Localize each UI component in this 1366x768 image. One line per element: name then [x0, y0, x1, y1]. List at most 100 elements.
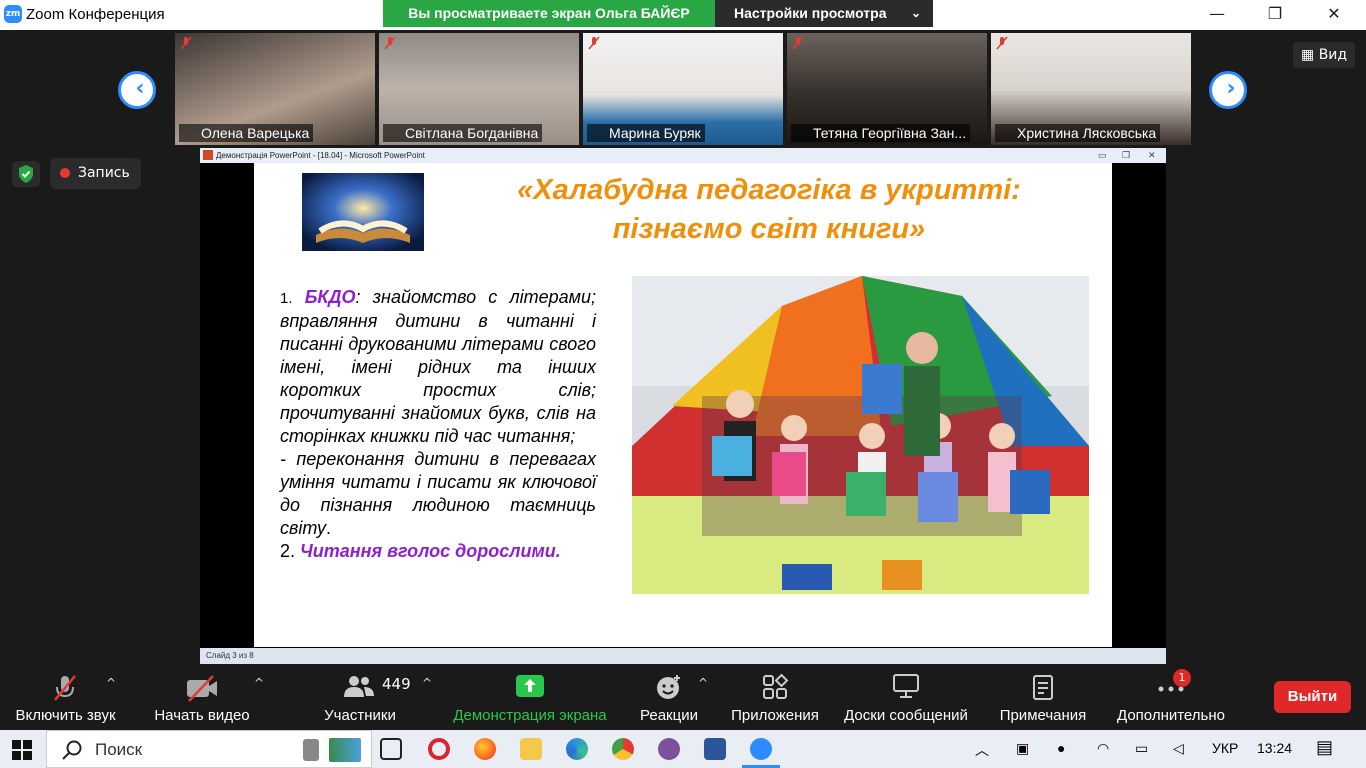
chrome-icon[interactable] — [612, 738, 634, 760]
record-label: Запись — [78, 165, 130, 181]
notifications-icon[interactable]: ▤ — [1316, 737, 1333, 758]
children-tent-photo — [632, 276, 1089, 594]
open-book-image — [302, 173, 424, 251]
search-icon — [62, 740, 82, 760]
battery-icon[interactable]: ▭ — [1135, 740, 1148, 757]
view-settings-dropdown[interactable]: Настройки просмотра ⌄ — [715, 0, 933, 27]
minimize-button[interactable]: — — [1194, 0, 1240, 30]
participant-name: Олена Варецька — [179, 124, 314, 142]
participants-options-chevron-icon[interactable]: ^ — [422, 676, 432, 690]
participant-video[interactable]: Тетяна Георгіївна Зан... — [787, 33, 987, 145]
suitcase-icon — [303, 739, 319, 761]
view-button[interactable]: ▦ Вид — [1293, 42, 1355, 68]
powerpoint-icon — [203, 150, 213, 160]
apps-label: Приложения — [731, 707, 819, 724]
slide-title: «Халабудна педагогіка в укритті: пізнаєм… — [464, 171, 1074, 249]
view-settings-label: Настройки просмотра — [734, 5, 887, 21]
audio-options-chevron-icon[interactable]: ^ — [106, 676, 116, 690]
muted-mic-icon — [180, 36, 192, 50]
show-hidden-icons-chevron-icon[interactable]: ︿ — [975, 740, 989, 760]
file-explorer-icon[interactable] — [520, 738, 542, 760]
next-page-button[interactable]: › — [1209, 71, 1247, 109]
recording-indicator[interactable]: Запись — [50, 158, 141, 189]
shared-screen: Демонстрація PowerPoint - [18.04] - Micr… — [200, 148, 1166, 664]
muted-mic-icon — [792, 36, 804, 50]
participant-video[interactable]: Христина Лясковська — [991, 33, 1191, 145]
reactions-button[interactable]: ^ Реакции — [634, 664, 708, 730]
muted-mic-icon — [996, 36, 1008, 50]
map-icon — [329, 738, 361, 762]
start-video-button[interactable]: ^ Начать видео — [148, 664, 264, 730]
notes-button[interactable]: Примечания — [994, 664, 1092, 730]
opera-icon[interactable] — [428, 738, 450, 760]
slide-counter: Слайд 3 из 8 — [206, 651, 254, 660]
video-off-icon — [187, 675, 217, 702]
share-screen-button[interactable]: Демонстрация экрана — [448, 664, 612, 730]
muted-mic-icon — [54, 675, 76, 701]
participant-video[interactable]: Олена Варецька — [175, 33, 375, 145]
notes-icon — [1033, 675, 1053, 700]
ppt-status-bar: Слайд 3 из 8 — [200, 648, 1166, 664]
viber-icon[interactable] — [658, 738, 680, 760]
clock[interactable]: 13:24 — [1257, 740, 1292, 756]
participant-video[interactable]: Марина Буряк — [583, 33, 783, 145]
participants-button[interactable]: 449 ^ Участники — [316, 664, 432, 730]
participants-count: 449 — [382, 675, 411, 693]
reactions-label: Реакции — [640, 707, 698, 724]
participant-name: Христина Лясковська — [995, 124, 1161, 142]
grid-icon: ▦ — [1301, 47, 1319, 63]
windows-start-icon[interactable] — [12, 740, 32, 760]
share-screen-label: Демонстрация экрана — [453, 707, 607, 724]
leave-meeting-button[interactable]: Выйти — [1274, 681, 1351, 713]
record-dot-icon — [60, 168, 70, 178]
ppt-title-bar: Демонстрація PowerPoint - [18.04] - Micr… — [200, 148, 1166, 163]
microphone-icon[interactable]: ● — [1057, 740, 1065, 756]
slide-body-text: 1. БКДО: знайомство с літерами; вправлян… — [280, 286, 596, 563]
video-options-chevron-icon[interactable]: ^ — [254, 676, 264, 690]
reactions-options-chevron-icon[interactable]: ^ — [698, 676, 708, 690]
volume-icon[interactable]: ◁ — [1173, 740, 1184, 757]
maximize-button[interactable]: ❐ — [1252, 0, 1298, 30]
ppt-close-icon[interactable]: ✕ — [1148, 148, 1156, 163]
meet-now-icon[interactable]: ▣ — [1016, 740, 1029, 757]
notes-label: Примечания — [999, 707, 1087, 724]
participant-name: Марина Буряк — [587, 124, 705, 142]
language-indicator[interactable]: УКР — [1212, 740, 1238, 756]
whiteboards-button[interactable]: Доски сообщений — [838, 664, 974, 730]
more-label: Дополнительно — [1117, 707, 1225, 724]
item1-end: . — [326, 518, 332, 538]
participant-video[interactable]: Світлана Богданівна — [379, 33, 579, 145]
ppt-restore-icon[interactable]: ❐ — [1122, 148, 1130, 163]
close-button[interactable]: ✕ — [1311, 0, 1357, 30]
zoom-logo-icon: zm — [4, 5, 22, 23]
item2-text: Читання вголос дорослими. — [300, 541, 561, 561]
ppt-minimize-icon[interactable]: ▭ — [1098, 148, 1107, 163]
security-shield-icon[interactable] — [12, 161, 40, 187]
participants-label: Участники — [324, 707, 396, 724]
slide: «Халабудна педагогіка в укритті: пізнаєм… — [254, 163, 1112, 647]
prev-page-button[interactable]: ‹ — [118, 71, 156, 109]
wifi-icon[interactable]: ◠ — [1097, 740, 1109, 757]
task-view-icon[interactable] — [380, 738, 402, 760]
firefox-icon[interactable] — [474, 738, 496, 760]
meeting-toolbar: ^ Включить звук ^ Начать видео 449 ^ Уча… — [0, 664, 1366, 730]
word-icon[interactable] — [704, 738, 726, 760]
notification-badge: 1 — [1173, 669, 1191, 687]
slide-title-line2: пізнаємо світ книги» — [612, 213, 926, 245]
chevron-down-icon: ⌄ — [910, 6, 921, 20]
apps-button[interactable]: Приложения — [726, 664, 824, 730]
whiteboards-label: Доски сообщений — [844, 707, 968, 724]
participants-icon — [344, 676, 374, 697]
unmute-button[interactable]: ^ Включить звук — [8, 664, 123, 730]
muted-mic-icon — [588, 36, 600, 50]
item1-heading: БКДО — [304, 287, 356, 307]
more-button[interactable]: Дополнительно — [1112, 664, 1230, 730]
start-video-label: Начать видео — [154, 707, 250, 724]
muted-mic-icon — [384, 36, 396, 50]
edge-icon[interactable] — [566, 738, 588, 760]
participant-name: Тетяна Георгіївна Зан... — [791, 124, 971, 142]
taskbar-search-box[interactable]: Поиск — [46, 730, 372, 768]
slide-title-line1: «Халабудна педагогіка в укритті: — [517, 174, 1021, 206]
zoom-taskbar-icon[interactable] — [750, 738, 772, 760]
item1-number: 1. — [280, 290, 293, 307]
